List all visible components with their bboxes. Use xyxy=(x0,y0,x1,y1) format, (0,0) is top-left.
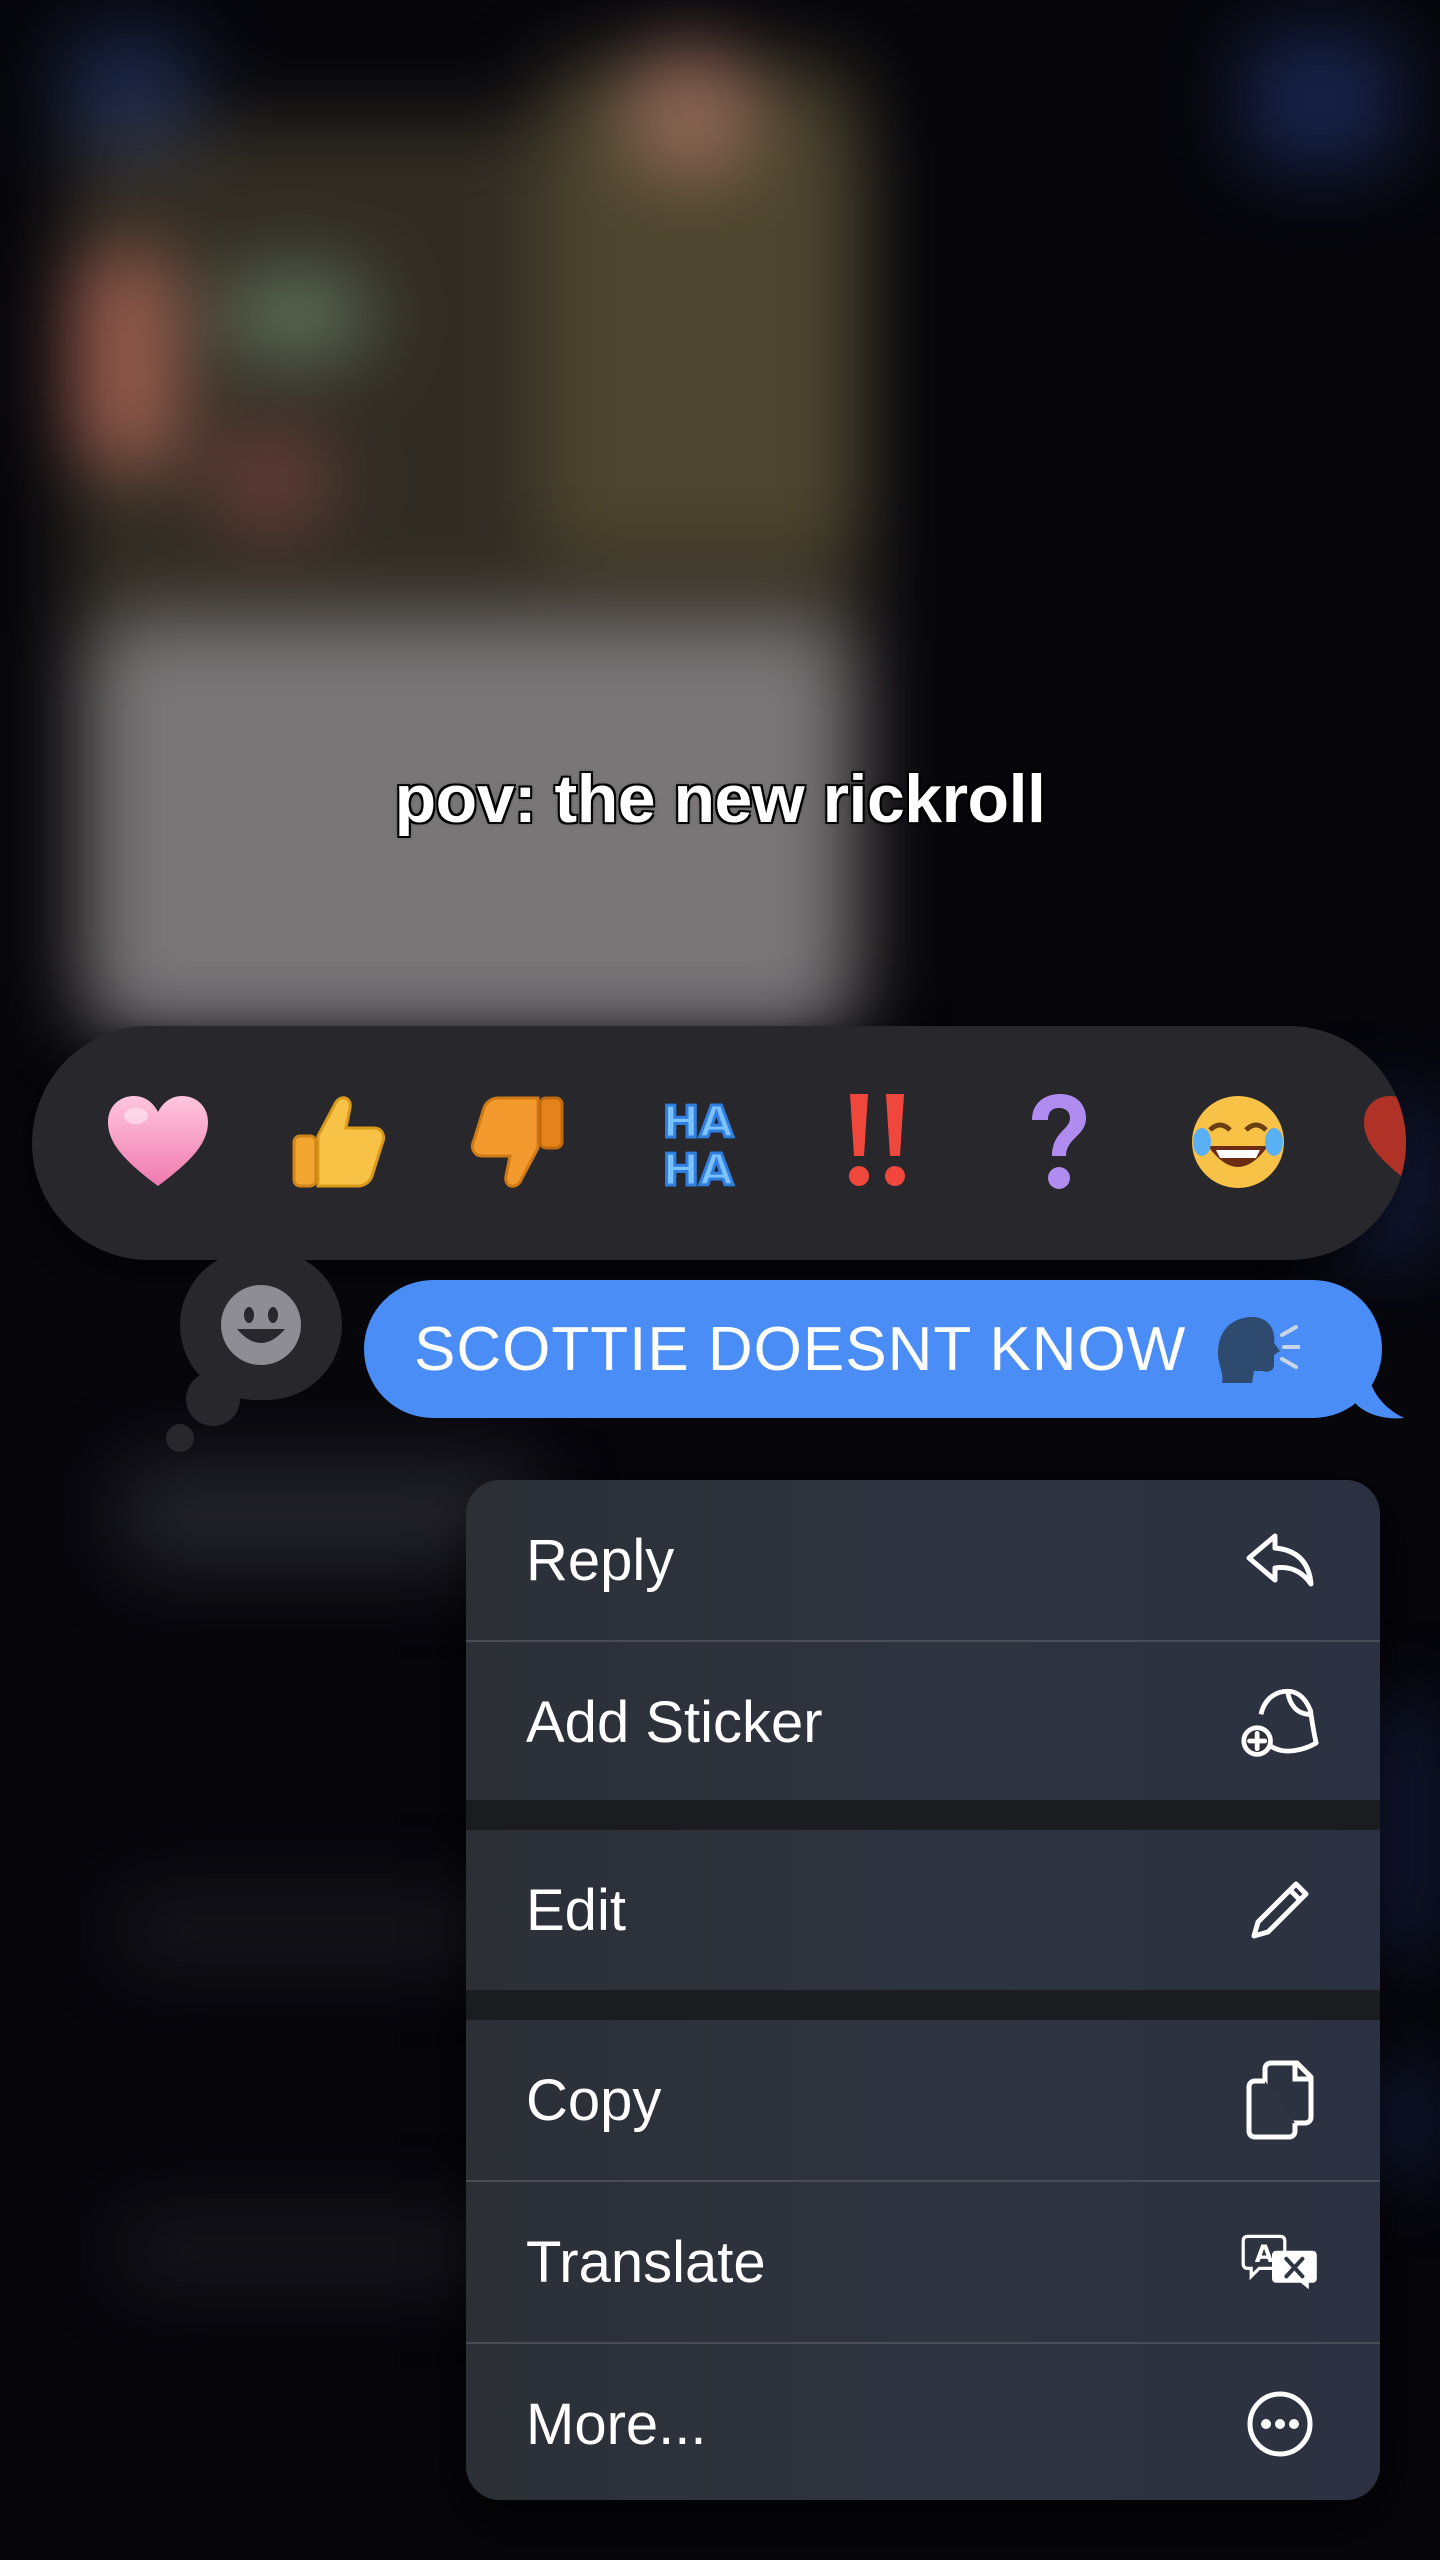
menu-item-translate[interactable]: Translate A xyxy=(466,2182,1380,2342)
double-exclamation-icon xyxy=(849,1094,905,1186)
menu-item-label: Copy xyxy=(526,2067,662,2133)
bubble-tail-dot xyxy=(186,1372,240,1426)
heart-partial-icon xyxy=(1364,1096,1406,1180)
menu-item-label: Add Sticker xyxy=(526,1689,823,1755)
menu-item-label: Translate xyxy=(526,2229,766,2295)
screen: pov: the new rickroll HA HA SCOTTIE DOES… xyxy=(0,0,1440,2560)
question-reaction-button[interactable] xyxy=(988,1072,1128,1212)
menu-item-label: Edit xyxy=(526,1877,626,1943)
menu-group-separator xyxy=(466,1990,1380,2020)
heart-reaction-button[interactable] xyxy=(88,1072,228,1212)
menu-item-more[interactable]: More... xyxy=(466,2344,1380,2500)
speaking-head-icon xyxy=(1210,1313,1301,1385)
haha-icon: HA HA xyxy=(661,1096,735,1198)
svg-text:A: A xyxy=(1255,2240,1274,2268)
thumbs-up-icon xyxy=(292,1096,386,1188)
tapback-reaction-bar: HA HA xyxy=(32,1026,1406,1260)
menu-item-label: More... xyxy=(526,2391,707,2457)
ellipsis-circle-icon xyxy=(1240,2384,1320,2464)
thumbs-down-reaction-button[interactable] xyxy=(448,1072,588,1212)
add-sticker-icon xyxy=(1240,1682,1320,1762)
menu-group-separator xyxy=(466,1800,1380,1830)
haha-reaction-button[interactable]: HA HA xyxy=(628,1072,768,1212)
message-text: SCOTTIE DOESNT KNOW xyxy=(414,1314,1187,1384)
message-context-menu: Reply Add Sticker Edit Copy Translate A … xyxy=(466,1480,1380,2500)
menu-item-copy[interactable]: Copy xyxy=(466,2020,1380,2180)
translate-icon: A xyxy=(1240,2222,1320,2302)
selected-message-bubble[interactable]: SCOTTIE DOESNT KNOW xyxy=(364,1280,1382,1418)
haha-line-1: HA xyxy=(663,1097,734,1148)
thumbs-up-reaction-button[interactable] xyxy=(268,1072,408,1212)
bubble-tail-dot-small xyxy=(166,1424,194,1452)
menu-item-add-sticker[interactable]: Add Sticker xyxy=(466,1642,1380,1802)
emphasize-reaction-button[interactable] xyxy=(808,1072,948,1212)
menu-item-reply[interactable]: Reply xyxy=(466,1480,1380,1640)
menu-item-label: Reply xyxy=(526,1527,675,1593)
smiley-icon xyxy=(221,1285,301,1365)
pencil-icon xyxy=(1240,1870,1320,1950)
laughing-reaction-button[interactable] xyxy=(1168,1072,1308,1212)
heart-icon xyxy=(108,1096,208,1186)
haha-line-2: HA xyxy=(663,1145,734,1196)
copy-icon xyxy=(1240,2060,1320,2140)
laughing-face-icon xyxy=(1192,1096,1284,1188)
message-bubble-tail xyxy=(1356,1360,1404,1419)
menu-item-edit[interactable]: Edit xyxy=(466,1830,1380,1990)
more-reactions-partial[interactable] xyxy=(1322,1072,1406,1212)
video-caption: pov: the new rickroll xyxy=(394,761,1046,837)
question-mark-icon xyxy=(1032,1094,1086,1189)
thumbs-down-icon xyxy=(470,1096,564,1188)
reply-icon xyxy=(1240,1520,1320,1600)
